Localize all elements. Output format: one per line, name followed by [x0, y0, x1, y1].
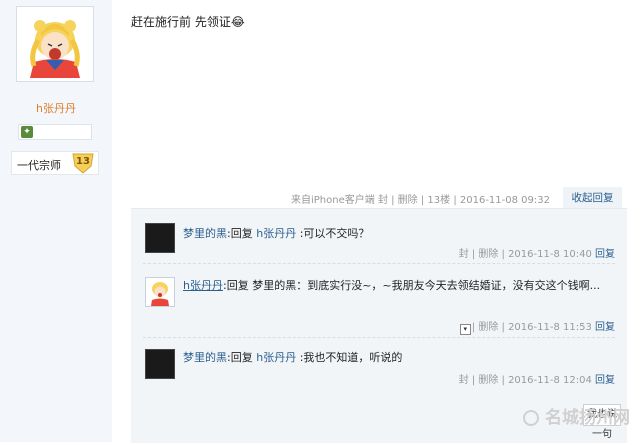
reply-divider [143, 263, 615, 264]
reply-avatar[interactable] [145, 223, 175, 253]
reply-word: 回复 [230, 351, 253, 364]
post-ban-link[interactable]: 封 [378, 195, 388, 206]
level-number: 13 [76, 156, 90, 167]
member-badge-icon[interactable]: ✦ [21, 126, 33, 138]
reply-text: 梦里的黑:回复 h张丹丹 :可以不交吗？ [183, 227, 370, 240]
reply-action-link[interactable]: 回复 [595, 322, 615, 333]
reply-user[interactable]: 梦里的黑 [183, 227, 227, 240]
reply-to-user[interactable]: 梦里的黑 [252, 279, 296, 292]
reply-word: 回复 [230, 227, 253, 240]
reply-user[interactable]: 梦里的黑 [183, 351, 227, 364]
post-time: 2016-11-08 09:32 [459, 195, 550, 206]
reply-body: :可以不交吗？ [296, 227, 370, 240]
reply-delete-link[interactable]: 删除 [478, 375, 498, 386]
reply-ban-link[interactable]: 封 [459, 375, 469, 386]
user-sidebar: h张丹丹 ✦ 一代宗师 13 [0, 0, 112, 442]
post-floor: 13楼 [427, 195, 451, 206]
rank-box: 一代宗师 13 [11, 151, 99, 175]
reply-user[interactable]: h张丹丹 [183, 279, 223, 292]
post-delete-link[interactable]: 删除 [398, 195, 418, 206]
collapse-replies-button[interactable]: 收起回复 [563, 187, 622, 209]
reply-word: 回复 [226, 279, 249, 292]
reply-text: h张丹丹:回复 梦里的黑：到底实行没~，~我朋友今天去领结婚证，没有交这个钱啊.… [183, 279, 601, 292]
reply-time: 2016-11-8 12:04 [508, 375, 592, 386]
watermark: 名城扬州网 [523, 403, 630, 428]
reply-time: 2016-11-8 10:40 [508, 249, 592, 260]
post-content: 赶在施行前 先领证😂 [131, 15, 245, 29]
reply-text: 梦里的黑:回复 h张丹丹 :我也不知道，听说的 [183, 351, 403, 364]
reply-to-user[interactable]: h张丹丹 [256, 227, 296, 240]
reply-to-user[interactable]: h张丹丹 [256, 351, 296, 364]
sailor-moon-avatar-image [20, 10, 90, 78]
post-meta: 来自iPhone客户端 封 | 删除 | 13楼 | 2016-11-08 09… [290, 195, 550, 206]
reply-avatar[interactable] [145, 277, 175, 307]
reply-body: ：到底实行没~，~我朋友今天去领结婚证，没有交这个钱啊... [296, 279, 601, 292]
reply-footer: ▾ | 删除 | 2016-11-8 11:53 回复 [459, 318, 615, 335]
rank-title: 一代宗师 [17, 159, 61, 172]
reply-ban-link[interactable]: 封 [459, 249, 469, 260]
reply-time: 2016-11-8 11:53 [508, 322, 592, 333]
reply-divider [143, 337, 615, 338]
sidebar-username[interactable]: h张丹丹 [0, 100, 112, 116]
sailor-moon-small-avatar [151, 282, 169, 306]
user-avatar[interactable] [16, 6, 94, 82]
watermark-text: 名城扬州网 [545, 408, 630, 428]
reply-footer: 封 | 删除 | 2016-11-8 12:04 回复 [458, 375, 615, 386]
post-source[interactable]: 来自iPhone客户端 [291, 195, 375, 206]
reply-body: :我也不知道，听说的 [296, 351, 403, 364]
reply-avatar[interactable] [145, 349, 175, 379]
level-badge[interactable]: 13 [71, 152, 95, 174]
reply-footer: 封 | 删除 | 2016-11-8 10:40 回复 [458, 249, 615, 260]
reply-action-link[interactable]: 回复 [595, 249, 615, 260]
reply-delete-link[interactable]: 删除 [478, 322, 498, 333]
wechat-logo-icon [523, 410, 539, 426]
reply-delete-link[interactable]: 删除 [478, 249, 498, 260]
badge-row: ✦ [18, 124, 92, 140]
reply-action-link[interactable]: 回复 [595, 375, 615, 386]
dropdown-checkbox-icon[interactable]: ▾ [459, 324, 471, 335]
